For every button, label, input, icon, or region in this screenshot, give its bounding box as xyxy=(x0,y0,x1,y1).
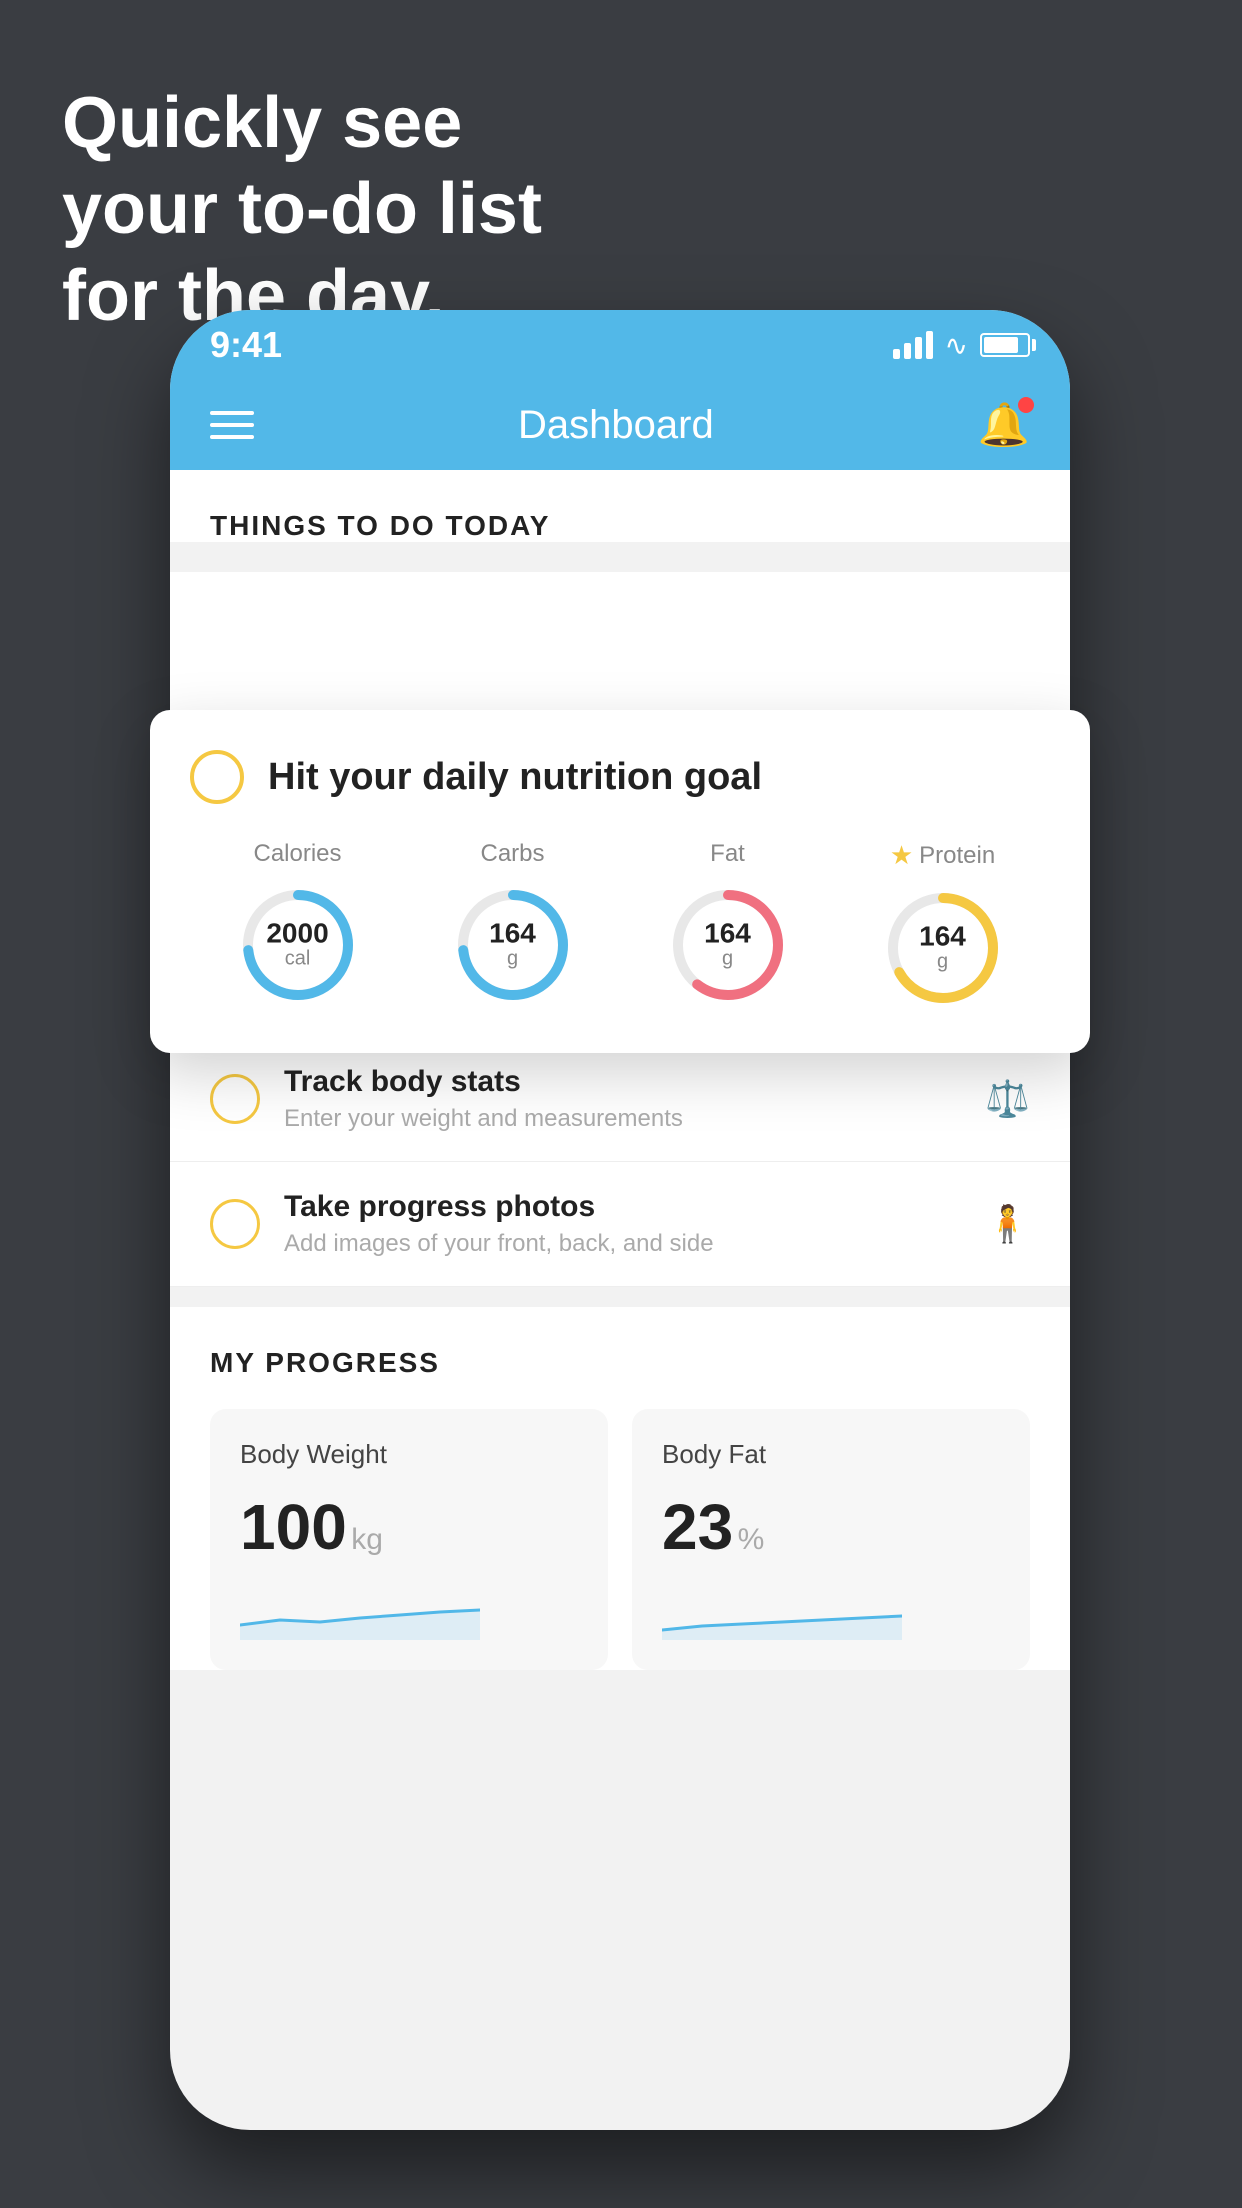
calories-ring: 2000 cal xyxy=(233,880,363,1010)
hero-line2: your to-do list xyxy=(62,166,542,252)
body-weight-card-title: Body Weight xyxy=(240,1439,578,1470)
things-section-title: THINGS TO DO TODAY xyxy=(210,510,1030,542)
progress-photos-title: Take progress photos xyxy=(284,1190,961,1224)
body-weight-value: 100 xyxy=(240,1491,347,1563)
progress-section: MY PROGRESS Body Weight 100 kg xyxy=(170,1307,1070,1670)
person-icon: 🧍 xyxy=(985,1203,1030,1245)
body-fat-value-row: 23 % xyxy=(662,1490,1000,1564)
battery-icon xyxy=(980,333,1030,357)
body-weight-card[interactable]: Body Weight 100 kg xyxy=(210,1409,608,1670)
body-stats-content: Track body stats Enter your weight and m… xyxy=(284,1065,961,1133)
hero-text: Quickly see your to-do list for the day. xyxy=(62,80,542,339)
progress-cards: Body Weight 100 kg Body Fat xyxy=(210,1409,1030,1670)
body-fat-chart xyxy=(662,1580,1000,1640)
hamburger-menu[interactable] xyxy=(210,411,254,439)
body-weight-chart xyxy=(240,1580,578,1640)
nav-title: Dashboard xyxy=(518,403,714,448)
bell-icon[interactable]: 🔔 xyxy=(978,401,1030,450)
phone-container: Hit your daily nutrition goal Calories 2… xyxy=(170,310,1070,2130)
body-weight-value-row: 100 kg xyxy=(240,1490,578,1564)
notification-dot xyxy=(1018,397,1034,413)
card-header: Hit your daily nutrition goal xyxy=(190,750,1050,804)
body-fat-value: 23 xyxy=(662,1491,733,1563)
body-fat-unit: % xyxy=(738,1523,765,1556)
body-stats-check-circle xyxy=(210,1074,260,1124)
calories-label: Calories xyxy=(253,840,341,868)
nutrition-row: Calories 2000 cal Carbs xyxy=(190,840,1050,1013)
body-stats-title: Track body stats xyxy=(284,1065,961,1099)
nav-bar: Dashboard 🔔 xyxy=(170,380,1070,470)
progress-photos-subtitle: Add images of your front, back, and side xyxy=(284,1230,961,1258)
todo-item-progress-photos[interactable]: Take progress photos Add images of your … xyxy=(170,1162,1070,1287)
protein-label: ★Protein xyxy=(890,840,995,871)
nutrition-card: Hit your daily nutrition goal Calories 2… xyxy=(150,710,1090,1053)
protein-item: ★Protein 164 g xyxy=(878,840,1008,1013)
phone-frame: 9:41 ∿ Dashboard xyxy=(170,310,1070,2130)
wifi-icon: ∿ xyxy=(945,329,968,362)
things-section: THINGS TO DO TODAY xyxy=(170,470,1070,542)
progress-section-title: MY PROGRESS xyxy=(210,1347,1030,1379)
status-icons: ∿ xyxy=(893,329,1030,362)
star-icon: ★ xyxy=(890,840,913,871)
hero-line1: Quickly see xyxy=(62,80,542,166)
fat-ring: 164 g xyxy=(663,880,793,1010)
progress-photos-content: Take progress photos Add images of your … xyxy=(284,1190,961,1258)
carbs-label: Carbs xyxy=(480,840,544,868)
calories-item: Calories 2000 cal xyxy=(233,840,363,1010)
status-bar: 9:41 ∿ xyxy=(170,310,1070,380)
fat-item: Fat 164 g xyxy=(663,840,793,1010)
progress-photos-check-circle xyxy=(210,1199,260,1249)
status-time: 9:41 xyxy=(210,324,282,366)
nutrition-card-title: Hit your daily nutrition goal xyxy=(268,756,762,799)
carbs-item: Carbs 164 g xyxy=(448,840,578,1010)
todo-item-body-stats[interactable]: Track body stats Enter your weight and m… xyxy=(170,1037,1070,1162)
body-fat-card[interactable]: Body Fat 23 % xyxy=(632,1409,1030,1670)
fat-label: Fat xyxy=(710,840,745,868)
nutrition-circle-check[interactable] xyxy=(190,750,244,804)
signal-icon xyxy=(893,331,933,359)
scale-icon: ⚖️ xyxy=(985,1078,1030,1120)
body-weight-unit: kg xyxy=(351,1523,383,1556)
protein-ring: 164 g xyxy=(878,883,1008,1013)
body-stats-subtitle: Enter your weight and measurements xyxy=(284,1105,961,1133)
body-fat-card-title: Body Fat xyxy=(662,1439,1000,1470)
carbs-ring: 164 g xyxy=(448,880,578,1010)
